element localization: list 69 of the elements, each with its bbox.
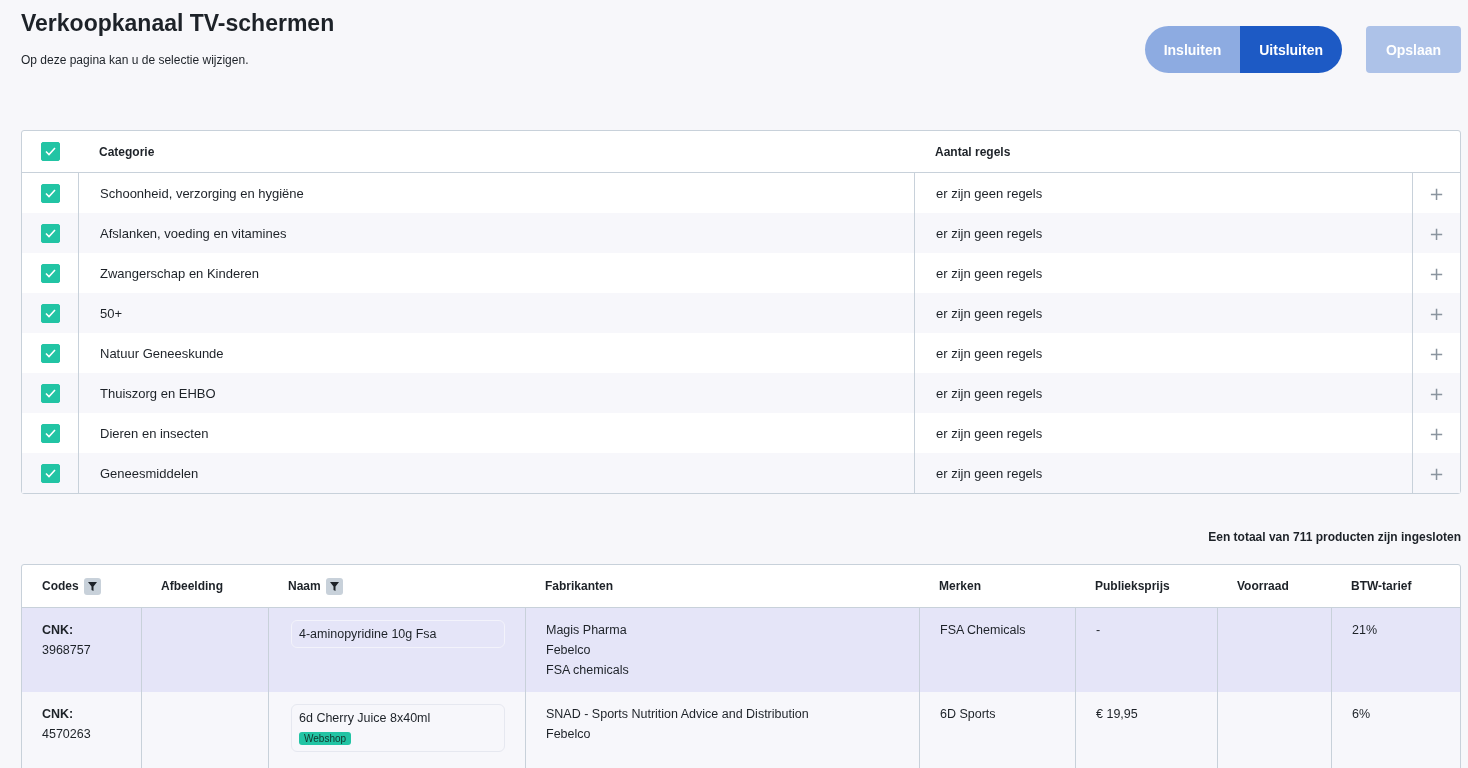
code-value: 3968757 <box>42 642 92 659</box>
page-title: Verkoopkanaal TV-schermen <box>21 10 335 37</box>
check-icon <box>44 388 56 398</box>
checkbox[interactable] <box>40 463 60 483</box>
manufacturer-name: Magis Pharma <box>546 622 628 639</box>
total-text: Een totaal van 711 producten zijn ingesloten <box>1207 530 1461 544</box>
checkbox[interactable] <box>40 383 60 403</box>
brand-name: 6D Sports <box>940 707 996 721</box>
check-icon <box>44 428 56 438</box>
column-header: Fabrikanten <box>545 579 613 593</box>
filter-icon[interactable] <box>83 577 101 595</box>
toggle-option[interactable]: Insluiten <box>1144 26 1241 73</box>
page-subtitle: Op deze pagina kan u de selectie wijzigen. <box>21 53 250 67</box>
check-icon <box>44 228 56 238</box>
column-header: BTW-tarief <box>1351 579 1412 593</box>
table-cell: 50+ <box>78 293 914 333</box>
brand-name: FSA Chemicals <box>940 623 1026 637</box>
add-button[interactable]: + <box>1428 222 1445 244</box>
manufacturer-name: Febelco <box>546 726 592 743</box>
checkbox[interactable] <box>40 343 60 363</box>
table-cell: er zijn geen regels <box>914 293 1412 333</box>
check-icon <box>44 468 56 478</box>
code-value: 4570263 <box>42 726 92 743</box>
add-button[interactable]: + <box>1428 422 1445 444</box>
column-header: Aantal regels <box>914 131 1412 173</box>
column-header: Voorraad <box>1237 579 1289 593</box>
column-header: Categorie <box>78 131 914 173</box>
checkbox[interactable] <box>40 423 60 443</box>
checkbox[interactable] <box>40 142 60 161</box>
tag: Webshop <box>299 732 352 745</box>
filter-icon[interactable] <box>325 577 343 595</box>
table-cell: Geneesmiddelen <box>78 453 914 493</box>
table-cell: Thuiszorg en EHBO <box>78 373 914 413</box>
checkbox[interactable] <box>40 223 60 243</box>
add-button[interactable]: + <box>1428 382 1445 404</box>
code-label: CNK: <box>42 706 75 723</box>
checkbox[interactable] <box>40 303 60 323</box>
add-button[interactable]: + <box>1428 342 1445 364</box>
column-header: Publieksprijs <box>1095 579 1170 593</box>
column-header: Merken <box>939 579 982 593</box>
table-cell: er zijn geen regels <box>914 213 1412 253</box>
column-header: Naam <box>288 579 321 593</box>
add-button[interactable]: + <box>1428 462 1445 484</box>
vat-rate: 21% <box>1352 623 1378 637</box>
table-cell: Afslanken, voeding en vitamines <box>78 213 914 253</box>
add-button[interactable]: + <box>1428 182 1445 204</box>
price-text: € 19,95 <box>1096 707 1138 721</box>
check-icon <box>44 188 56 198</box>
code-label: CNK: <box>42 622 75 639</box>
name-field[interactable]: 6d Cherry Juice 8x40ml Webshop <box>291 704 505 752</box>
add-button[interactable]: + <box>1428 262 1445 284</box>
table-cell: er zijn geen regels <box>914 453 1412 493</box>
check-icon <box>44 147 56 156</box>
column-header: Codes <box>42 579 79 593</box>
check-icon <box>44 308 56 318</box>
toggle-option[interactable]: Uitsluiten <box>1240 26 1342 73</box>
add-button[interactable]: + <box>1428 302 1445 324</box>
manufacturer-name: SNAD - Sports Nutrition Advice and Distribution <box>546 706 810 723</box>
checkbox[interactable] <box>40 183 60 203</box>
manufacturer-name: FSA chemicals <box>546 662 630 679</box>
name-field[interactable]: 4-aminopyridine 10g Fsa <box>291 620 505 648</box>
column-header: Afbeelding <box>161 579 223 593</box>
check-icon <box>44 348 56 358</box>
vat-rate: 6% <box>1352 707 1371 721</box>
table-cell: er zijn geen regels <box>914 373 1412 413</box>
manufacturer-name: Febelco <box>546 642 592 659</box>
price-text: - <box>1096 623 1101 637</box>
check-icon <box>44 268 56 278</box>
checkbox[interactable] <box>40 263 60 283</box>
